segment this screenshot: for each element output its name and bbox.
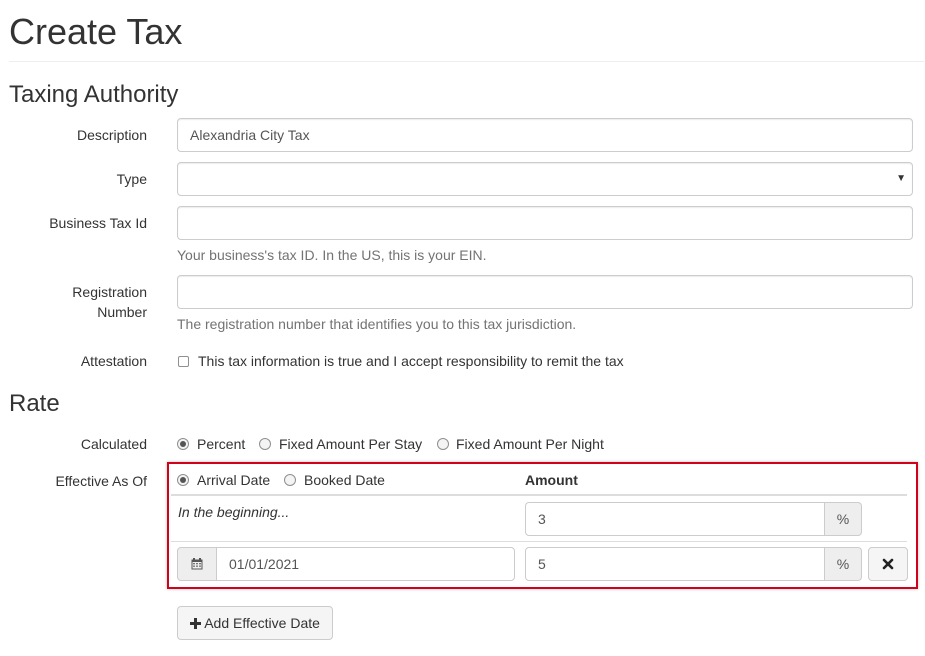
business-tax-id-input[interactable] (177, 206, 913, 240)
radio-percent-label: Percent (197, 436, 246, 452)
business-tax-id-label: Business Tax Id (49, 215, 147, 231)
add-effective-date-button[interactable]: Add Effective Date (177, 606, 333, 640)
registration-number-label-line1: Registration (72, 284, 147, 300)
plus-icon (190, 618, 202, 629)
type-label: Type (116, 171, 147, 187)
effective-date-input[interactable]: 01/01/2021 (216, 547, 515, 581)
registration-number-label-line2: Number (97, 304, 147, 320)
add-effective-date-label: Add Effective Date (204, 615, 320, 631)
radio-percent[interactable] (177, 438, 189, 450)
radio-fixed-per-night-label: Fixed Amount Per Night (456, 436, 604, 452)
amount-input-row1[interactable]: 3 (525, 502, 825, 536)
title-divider (9, 61, 924, 62)
attestation-label: Attestation (80, 353, 147, 369)
effective-date-value: 01/01/2021 (229, 556, 300, 572)
remove-icon (882, 558, 894, 570)
radio-arrival-date[interactable] (177, 474, 189, 486)
business-tax-id-help: Your business's tax ID. In the US, this … (177, 247, 487, 263)
description-input[interactable]: Alexandria City Tax (177, 118, 913, 152)
effective-as-of-label: Effective As Of (55, 473, 147, 489)
amount-value-row1: 3 (538, 511, 546, 527)
calendar-icon (191, 558, 203, 570)
description-label: Description (76, 127, 147, 143)
registration-number-input[interactable] (177, 275, 913, 309)
amount-column-header: Amount (525, 472, 578, 488)
radio-arrival-date-label: Arrival Date (197, 472, 271, 488)
attestation-text: This tax information is true and I accep… (198, 353, 624, 369)
radio-booked-date-label: Booked Date (304, 472, 385, 488)
registration-number-help: The registration number that identifies … (177, 316, 577, 332)
attestation-checkbox[interactable] (178, 356, 189, 367)
page-title: Create Tax (9, 11, 183, 52)
radio-booked-date[interactable] (284, 474, 296, 486)
percent-addon-row1: % (824, 502, 862, 536)
row-divider (171, 541, 907, 542)
taxing-authority-heading: Taxing Authority (9, 81, 179, 108)
rate-heading: Rate (9, 390, 60, 417)
radio-fixed-per-night[interactable] (437, 438, 449, 450)
calculated-label: Calculated (80, 436, 147, 452)
amount-value-row2: 5 (538, 556, 546, 572)
beginning-row-label: In the beginning... (178, 504, 290, 520)
radio-fixed-per-stay-label: Fixed Amount Per Stay (279, 436, 423, 452)
radio-fixed-per-stay[interactable] (259, 438, 271, 450)
calendar-button[interactable] (177, 547, 217, 581)
table-header-divider (171, 494, 907, 496)
type-select[interactable]: ▼ (177, 162, 913, 196)
remove-row-button[interactable] (868, 547, 908, 581)
description-value: Alexandria City Tax (190, 127, 310, 143)
percent-addon-row2: % (824, 547, 862, 581)
caret-down-icon: ▼ (896, 173, 906, 184)
amount-input-row2[interactable]: 5 (525, 547, 825, 581)
